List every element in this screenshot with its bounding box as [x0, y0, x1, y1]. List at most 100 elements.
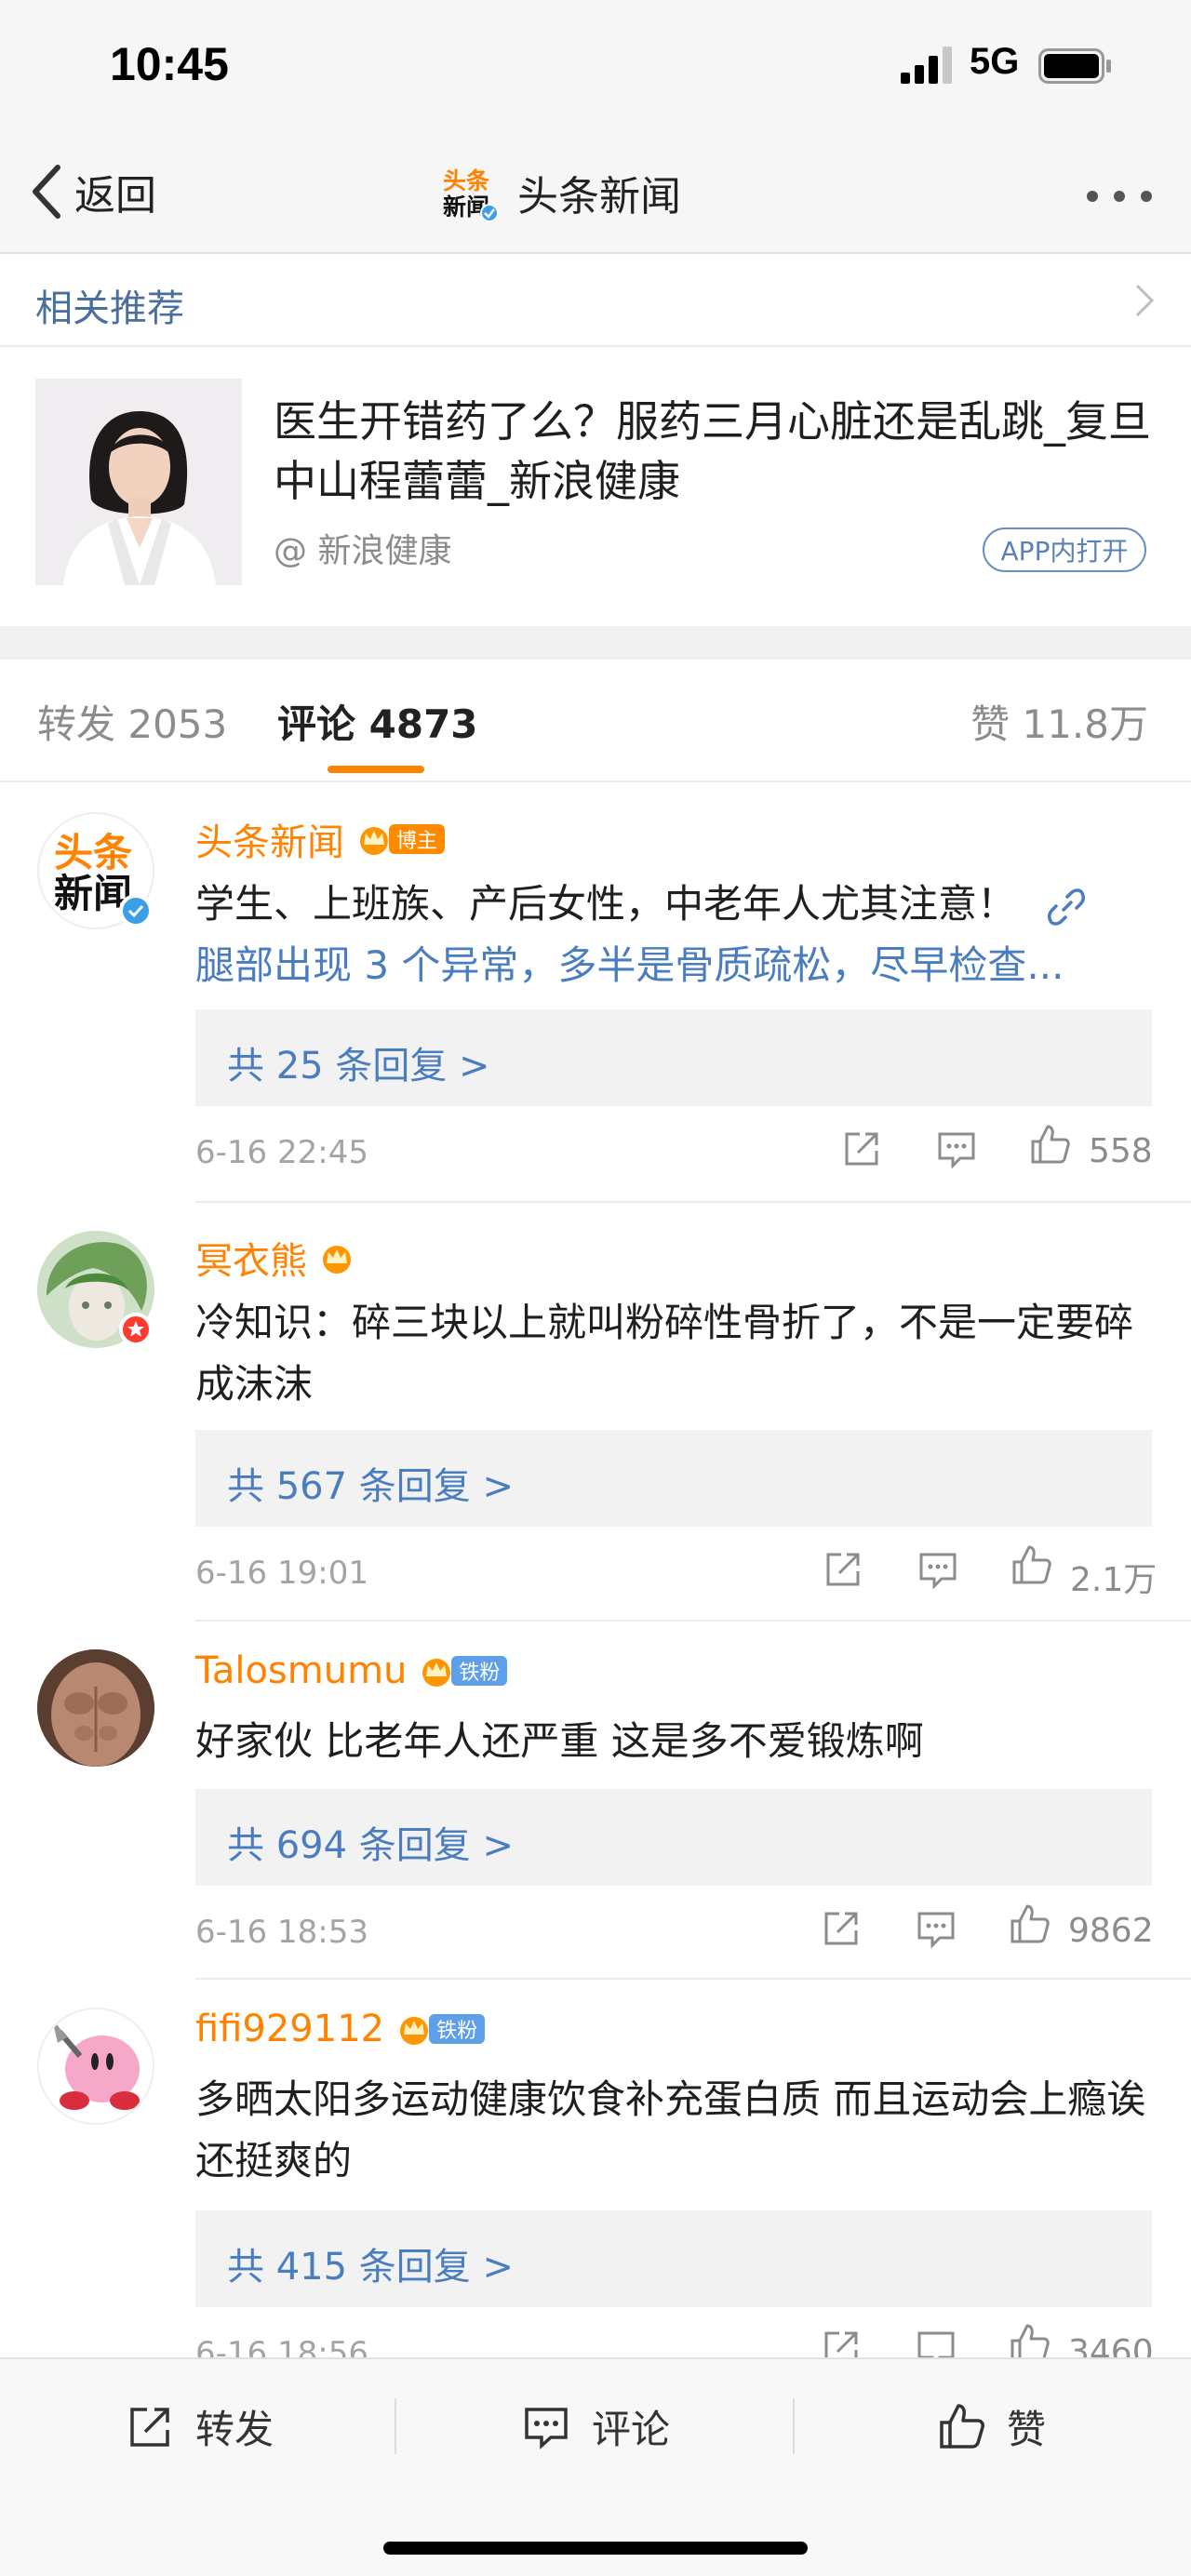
comment-icon	[525, 2407, 568, 2449]
battery-icon	[1038, 48, 1111, 84]
like-button[interactable]	[1027, 1123, 1072, 1171]
comment-user[interactable]: Talosmumu 铁粉	[195, 1649, 508, 1692]
comment-time: 6-16 18:56	[195, 2335, 368, 2357]
comment-button[interactable]	[914, 2326, 958, 2357]
active-tab-indicator	[328, 766, 424, 773]
svg-text:头条: 头条	[54, 830, 132, 875]
article-title[interactable]: 医生开错药了么？服药三月心脏还是乱跳_复旦中山程蕾蕾_新浪健康	[274, 392, 1158, 511]
comment-user[interactable]: 冥衣熊	[195, 1231, 355, 1285]
status-time: 10:45	[110, 38, 229, 90]
logo-text-top: 头条	[443, 167, 490, 194]
like-button[interactable]	[1009, 1543, 1053, 1592]
like-label: 赞	[1007, 2407, 1047, 2452]
thumbs-up-icon	[1031, 1125, 1070, 1164]
share-icon	[845, 1132, 878, 1166]
like-button[interactable]: 赞	[936, 2398, 1046, 2455]
comment-icon	[919, 1553, 957, 1590]
like-count: 3460	[1068, 2333, 1154, 2357]
comment-time: 6-16 22:45	[195, 1134, 368, 1171]
divider	[395, 2398, 396, 2454]
like-button[interactable]	[1007, 2322, 1051, 2357]
tab-like[interactable]: 赞 11.8万	[970, 693, 1148, 750]
reply-summary[interactable]: 共 694 条回复 >	[195, 1789, 1152, 1886]
comment-item: Talosmumu 铁粉 好家伙 比老年人还严重 这是多不爱锻炼啊 共 694 …	[0, 1622, 1191, 1980]
like-count: 558	[1089, 1132, 1153, 1170]
username: fifi929112	[195, 2008, 385, 2050]
thumbs-up-icon	[1010, 1904, 1050, 1943]
reply-count: 共 25 条回复 >	[227, 1045, 490, 1088]
back-label: 返回	[74, 172, 156, 220]
username: Talosmumu	[195, 1649, 408, 1692]
share-button[interactable]	[821, 1547, 865, 1595]
signal-icon	[901, 47, 952, 84]
comment-button[interactable]	[916, 1547, 960, 1595]
comment-text: 多晒太阳多运动健康饮食补充蛋白质 而且运动会上瘾诶 还挺爽的	[195, 2076, 1146, 2183]
more-icon[interactable]	[1085, 189, 1154, 204]
repost-button[interactable]: 转发	[125, 2398, 274, 2455]
crown-icon	[400, 2017, 429, 2045]
tab-bar: 转发 2053 评论 4873 赞 11.8万	[0, 660, 1191, 782]
chevron-right-icon	[1135, 284, 1155, 317]
section-separator	[0, 626, 1191, 660]
avatar[interactable]	[37, 2008, 154, 2125]
tab-repost[interactable]: 转发 2053	[37, 693, 227, 750]
comment-icon	[938, 1132, 975, 1169]
comment-text: 学生、上班族、产后女性，中老年人尤其注意！ 腿部出现 3 个异常，多半是骨质疏松…	[195, 874, 1154, 996]
user-badge: 铁粉	[451, 1656, 508, 1686]
share-button[interactable]	[839, 1127, 884, 1175]
tab-comment[interactable]: 评论 4873	[277, 693, 478, 750]
thumbs-up-icon	[940, 2403, 984, 2449]
comment-link[interactable]: 腿部出现 3 个异常，多半是骨质疏松，尽早检查...	[195, 942, 1064, 988]
nav-center: 头条 新闻 头条新闻	[443, 163, 681, 222]
comment-user[interactable]: fifi929112 铁粉	[195, 2008, 486, 2050]
reply-summary[interactable]: 共 567 条回复 >	[195, 1430, 1152, 1527]
crown-icon	[422, 1659, 451, 1687]
reply-summary[interactable]: 共 25 条回复 >	[195, 1009, 1152, 1106]
share-icon	[130, 2407, 169, 2447]
user-badge: 铁粉	[429, 2014, 486, 2044]
verified-badge-icon	[119, 894, 153, 928]
app-open-button[interactable]: APP内打开	[983, 527, 1146, 572]
member-badge-icon	[119, 1313, 153, 1346]
comment-body: 学生、上班族、产后女性，中老年人尤其注意！	[195, 881, 1017, 927]
crown-icon	[323, 1246, 351, 1274]
article-thumbnail	[35, 379, 242, 585]
toutiao-logo: 头条 新闻	[443, 163, 499, 222]
thumbs-up-icon	[1010, 2324, 1050, 2357]
comment-time: 6-16 18:53	[195, 1914, 368, 1951]
related-recommend-row[interactable]: 相关推荐	[0, 254, 1191, 347]
status-bar: 10:45 5G	[0, 0, 1191, 135]
username: 冥衣熊	[195, 1240, 307, 1283]
back-button[interactable]: 返回	[28, 159, 156, 224]
comment-button[interactable]: 评论	[521, 2398, 670, 2455]
comment-button[interactable]	[914, 1906, 958, 1955]
comment-user[interactable]: 头条新闻 博主	[195, 812, 446, 866]
comment-text: 冷知识：碎三块以上就叫粉碎性骨折了，不是一定要碎成沫沫	[195, 1300, 1134, 1407]
comment-label: 评论	[592, 2407, 671, 2452]
comment-button[interactable]	[934, 1127, 979, 1175]
link-icon	[1048, 888, 1086, 926]
share-button[interactable]	[819, 1906, 863, 1955]
username: 头条新闻	[195, 821, 344, 864]
comment-item: 冥衣熊 冷知识：碎三块以上就叫粉碎性骨折了，不是一定要碎成沫沫 共 567 条回…	[0, 1203, 1191, 1622]
reply-summary[interactable]: 共 415 条回复 >	[195, 2210, 1152, 2307]
share-icon	[826, 1553, 860, 1586]
article-source: @ 新浪健康	[274, 532, 452, 570]
like-button[interactable]	[1007, 1902, 1051, 1951]
navbar: 返回 头条 新闻 头条新闻	[0, 135, 1191, 254]
article-card[interactable]: 医生开错药了么？服药三月心脏还是乱跳_复旦中山程蕾蕾_新浪健康 @ 新浪健康 A…	[0, 347, 1191, 626]
home-indicator	[383, 2542, 808, 2555]
divider	[793, 2398, 795, 2454]
like-count: 9862	[1068, 1912, 1154, 1950]
avatar[interactable]	[37, 1649, 154, 1767]
like-count: 2.1万	[1070, 1561, 1158, 1599]
comment-text: 好家伙 比老年人还严重 这是多不爱锻炼啊	[195, 1718, 924, 1764]
reply-count: 共 415 条回复 >	[227, 2246, 515, 2289]
reply-count: 共 694 条回复 >	[227, 1824, 515, 1867]
share-button[interactable]	[819, 2326, 863, 2357]
bottom-action-bar: 转发 评论 赞	[0, 2357, 1191, 2576]
comment-time: 6-16 19:01	[195, 1555, 368, 1592]
crown-icon	[360, 827, 388, 855]
comment-icon	[917, 1912, 955, 1949]
chevron-left-icon	[33, 165, 60, 219]
